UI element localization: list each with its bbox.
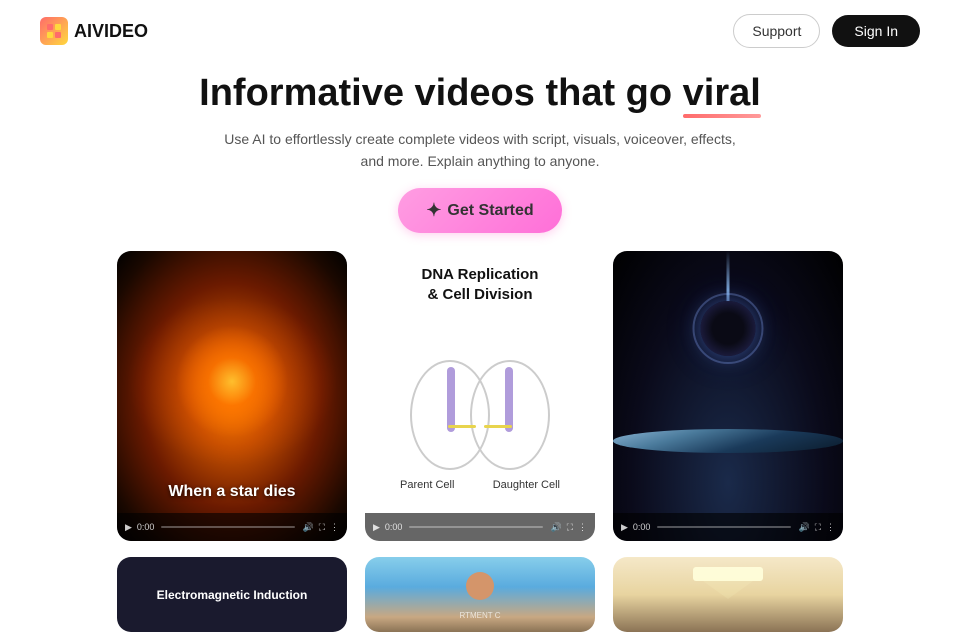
dna-time: 0:00 xyxy=(385,522,403,532)
hero-section: Informative videos that go viral Use AI … xyxy=(0,62,960,251)
navbar: AIVIDEO Support Sign In xyxy=(0,0,960,62)
hero-subtitle: Use AI to effortlessly create complete v… xyxy=(20,128,940,173)
dna-connector-left xyxy=(448,425,476,428)
dna-label-daughter: Daughter Cell xyxy=(493,479,560,491)
dna-title: DNA Replication & Cell Division xyxy=(365,251,595,312)
dna-progress-bar xyxy=(409,526,543,528)
menu-icon-bh: ⋮ xyxy=(826,522,835,533)
blackhole-controls: ▶ 0:00 🔊 ⛶ ⋮ xyxy=(613,513,843,541)
volume-icon-dna: 🔊 xyxy=(550,522,561,533)
logo[interactable]: AIVIDEO xyxy=(40,17,148,45)
bh-progress-bar xyxy=(657,526,791,528)
hero-title-highlight: viral xyxy=(683,72,761,114)
get-started-button[interactable]: ✦ Get Started xyxy=(398,188,561,233)
fullscreen-icon-bh: ⛶ xyxy=(815,522,821,533)
video-card-person[interactable] xyxy=(365,557,595,632)
dna-label-parent: Parent Cell xyxy=(400,479,454,491)
hero-title: Informative videos that go viral xyxy=(199,72,761,116)
star-time: 0:00 xyxy=(137,522,155,532)
support-button[interactable]: Support xyxy=(733,14,820,48)
video-card-star[interactable]: When a star dies ▶ 0:00 🔊 ⛶ ⋮ xyxy=(117,251,347,541)
dna-title-line1: DNA Replication xyxy=(422,266,539,283)
menu-icon-dna: ⋮ xyxy=(578,522,587,533)
dna-labels: Parent Cell Daughter Cell xyxy=(400,479,560,491)
em-label: Electromagnetic Induction xyxy=(117,588,347,602)
blackhole-center xyxy=(701,301,756,356)
hero-subtitle-line1: Use AI to effortlessly create complete v… xyxy=(224,131,736,147)
dna-bar-right xyxy=(505,367,513,432)
dna-diagram: Parent Cell Daughter Cell xyxy=(365,312,595,541)
video-card-em[interactable]: Electromagnetic Induction xyxy=(117,557,347,632)
bh-time: 0:00 xyxy=(633,522,651,532)
fullscreen-icon-dna: ⛶ xyxy=(567,522,573,533)
logo-icon xyxy=(40,17,68,45)
signin-button[interactable]: Sign In xyxy=(832,15,920,47)
dna-bar-left xyxy=(447,367,455,432)
logo-text: AIVIDEO xyxy=(74,21,148,42)
play-icon-dna: ▶ xyxy=(373,522,380,533)
dna-connector-right xyxy=(484,425,512,428)
star-label: When a star dies xyxy=(117,483,347,501)
play-icon: ▶ xyxy=(125,522,132,533)
cta-label: Get Started xyxy=(447,202,533,220)
video-row-1: When a star dies ▶ 0:00 🔊 ⛶ ⋮ DNA Replic… xyxy=(60,251,900,541)
video-card-dna[interactable]: DNA Replication & Cell Division Parent C… xyxy=(365,251,595,541)
video-row-2: Electromagnetic Induction xyxy=(60,557,900,632)
dna-title-line2: & Cell Division xyxy=(427,286,532,303)
menu-icon: ⋮ xyxy=(330,522,339,533)
nav-actions: Support Sign In xyxy=(733,14,920,48)
volume-icon-bh: 🔊 xyxy=(798,522,809,533)
star-controls: ▶ 0:00 🔊 ⛶ ⋮ xyxy=(117,513,347,541)
progress-bar xyxy=(161,526,295,528)
dna-circles xyxy=(400,355,560,475)
video-section: When a star dies ▶ 0:00 🔊 ⛶ ⋮ DNA Replic… xyxy=(0,251,960,632)
sparkle-icon: ✦ xyxy=(426,200,441,221)
fullscreen-icon: ⛶ xyxy=(319,522,325,533)
video-card-blackhole[interactable]: ▶ 0:00 🔊 ⛶ ⋮ xyxy=(613,251,843,541)
hero-title-text1: Informative videos that go xyxy=(199,72,683,114)
dna-controls: ▶ 0:00 🔊 ⛶ ⋮ xyxy=(365,513,595,541)
volume-icon: 🔊 xyxy=(302,522,313,533)
hero-subtitle-line2: and more. Explain anything to anyone. xyxy=(361,153,600,169)
video-card-room[interactable] xyxy=(613,557,843,632)
room-light xyxy=(693,567,763,581)
play-icon-bh: ▶ xyxy=(621,522,628,533)
